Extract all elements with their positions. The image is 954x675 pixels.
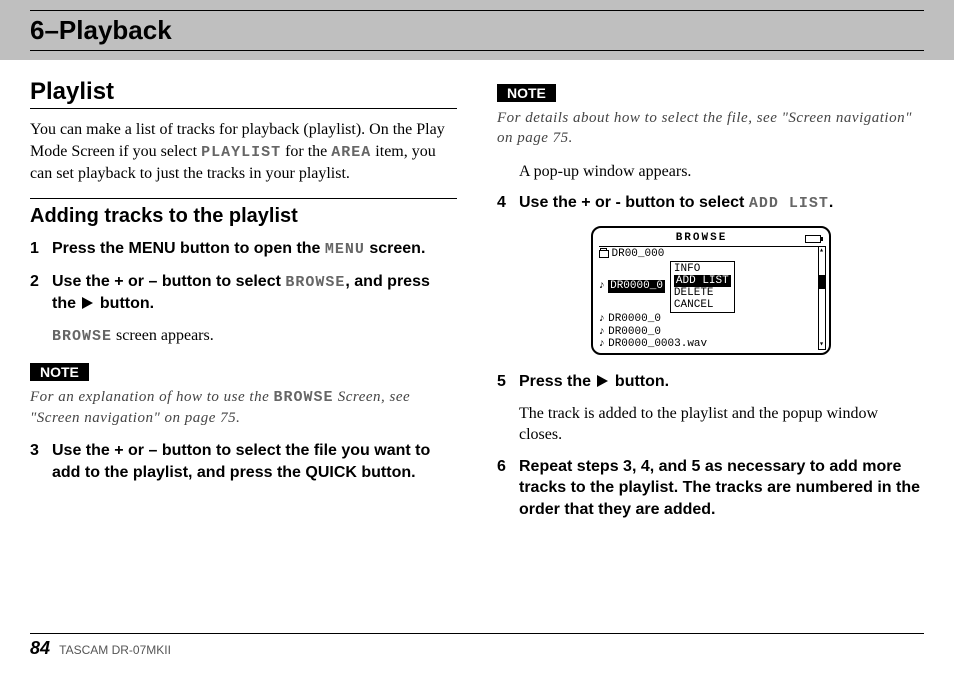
content-columns: Playlist You can make a list of tracks f… [0, 78, 954, 530]
lcd-text-browse-2: BROWSE [52, 328, 112, 345]
step-3: 3 Use the + or – button to select the fi… [30, 440, 457, 483]
chapter-title: 6–Playback [30, 15, 924, 46]
step-6-body: Repeat steps 3, 4, and 5 as necessary to… [519, 456, 924, 521]
lcd-text-browse-3: BROWSE [273, 389, 333, 406]
right-column: NOTE For details about how to select the… [497, 78, 924, 530]
scroll-track [819, 255, 825, 341]
chapter-header: 6–Playback [0, 0, 954, 60]
music-note-icon [599, 313, 606, 326]
play-icon [82, 297, 93, 309]
lcd-text-area: AREA [331, 144, 371, 161]
lcd-row: DR0000_0 [599, 313, 823, 326]
step-number: 1 [30, 238, 52, 260]
section-title-playlist: Playlist [30, 78, 457, 109]
subsection-title-adding: Adding tracks to the playlist [30, 198, 457, 228]
step-number: 5 [497, 371, 519, 393]
step-1-body: Press the MENU button to open the MENU s… [52, 238, 457, 260]
step4-b: . [829, 194, 833, 211]
note-text-right: For details about how to select the file… [497, 108, 924, 149]
page-footer: 84 TASCAM DR-07MKII [30, 633, 924, 659]
lcd-scrollbar: ▴ ▾ [818, 246, 826, 350]
lcd-file: DR0000_0003.wav [608, 338, 707, 351]
step-number: 2 [30, 271, 52, 315]
note-a: For an explanation of how to use the [30, 389, 273, 405]
step4-a: Use the + or - button to select [519, 194, 749, 211]
lcd-row: DR0000_0 [599, 326, 823, 339]
step5-b: button. [610, 373, 669, 390]
step-number: 6 [497, 456, 519, 521]
playlist-intro: You can make a list of tracks for playba… [30, 119, 457, 184]
lcd-file: DR0000_0 [608, 326, 661, 339]
step-4-body: Use the + or - button to select ADD LIST… [519, 192, 924, 214]
step-6: 6 Repeat steps 3, 4, and 5 as necessary … [497, 456, 924, 521]
battery-icon [805, 235, 821, 243]
popup-item-info: INFO [674, 263, 731, 275]
product-model: TASCAM DR-07MKII [59, 643, 171, 657]
popup-item-delete: DELETE [674, 287, 731, 299]
lcd-selected-file: DR0000_0 [608, 280, 665, 293]
scroll-up-icon: ▴ [819, 247, 825, 255]
step1-text-a: Press the MENU button to open the [52, 240, 325, 257]
note-label: NOTE [497, 84, 556, 102]
lcd-folder-name: DR00_000 [612, 248, 665, 261]
music-note-icon [599, 326, 606, 339]
step2-result-b: screen appears. [112, 327, 214, 344]
pre-step-4: A pop-up window appears. [519, 161, 924, 183]
step-number: 4 [497, 192, 519, 214]
step-2: 2 Use the + or – button to select BROWSE… [30, 271, 457, 315]
step-5: 5 Press the button. [497, 371, 924, 393]
lcd-text-menu: MENU [325, 241, 365, 258]
lcd-text-addlist: ADD LIST [749, 195, 829, 212]
lcd-row-folder: DR00_000 [599, 248, 823, 261]
lcd-row: DR0000_0003.wav [599, 338, 823, 351]
lcd-text-browse: BROWSE [285, 274, 345, 291]
note-text-left: For an explanation of how to use the BRO… [30, 387, 457, 429]
play-icon [597, 375, 608, 387]
popup-item-cancel: CANCEL [674, 299, 731, 311]
lcd-popup: INFO ADD LIST DELETE CANCEL [670, 261, 735, 313]
step-2-result: BROWSE screen appears. [52, 325, 457, 347]
lcd-screen-title: BROWSE [599, 232, 805, 245]
popup-item-addlist: ADD LIST [674, 275, 731, 287]
lcd-file: DR0000_0 [608, 313, 661, 326]
scroll-down-icon: ▾ [819, 341, 825, 349]
left-column: Playlist You can make a list of tracks f… [30, 78, 457, 530]
step-1: 1 Press the MENU button to open the MENU… [30, 238, 457, 260]
lcd-screenshot-wrap: BROWSE DR00_000 DR0000_0 INFO ADD LIST D… [497, 226, 924, 355]
folder-open-icon [599, 250, 609, 258]
step2-text-c: button. [95, 295, 154, 312]
step-3-body: Use the + or – button to select the file… [52, 440, 457, 483]
lcd-row-selected: DR0000_0 INFO ADD LIST DELETE CANCEL [599, 261, 823, 313]
scroll-thumb [819, 275, 825, 289]
chapter-header-rule: 6–Playback [30, 10, 924, 51]
step-5-body: Press the button. [519, 371, 924, 393]
step-5-result: The track is added to the playlist and t… [519, 403, 924, 446]
step5-a: Press the [519, 373, 595, 390]
step-4: 4 Use the + or - button to select ADD LI… [497, 192, 924, 214]
step1-text-b: screen. [365, 240, 425, 257]
music-note-icon [599, 338, 606, 351]
note-label: NOTE [30, 363, 89, 381]
music-note-icon [599, 280, 606, 293]
lcd-text-playlist: PLAYLIST [201, 144, 281, 161]
step-2-body: Use the + or – button to select BROWSE, … [52, 271, 457, 315]
lcd-title-row: BROWSE [599, 232, 823, 247]
page-number: 84 [30, 638, 50, 658]
step-number: 3 [30, 440, 52, 483]
step2-text-a: Use the + or – button to select [52, 273, 285, 290]
lcd-screenshot: BROWSE DR00_000 DR0000_0 INFO ADD LIST D… [591, 226, 831, 355]
intro-text-2: for the [281, 143, 331, 160]
